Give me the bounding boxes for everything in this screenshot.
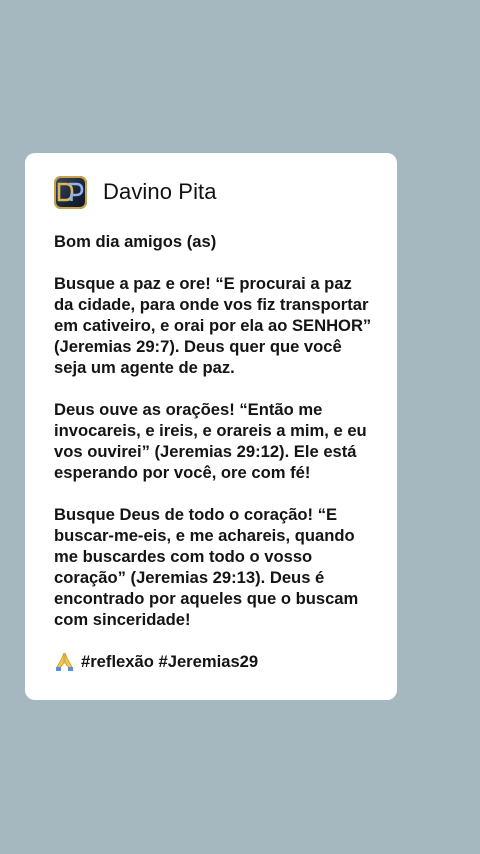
post-paragraph: Deus ouve as orações! “Então me invocare…	[54, 400, 367, 482]
post-header: Davino Pita	[54, 175, 373, 209]
hashtags-text[interactable]: #reflexão #Jeremias29	[81, 651, 258, 672]
post-paragraph: Busque a paz e ore! “E procurai a paz da…	[54, 274, 372, 377]
hashtags-line: #reflexão #Jeremias29	[54, 651, 373, 672]
post-paragraph: Busque Deus de todo o coração! “E buscar…	[54, 505, 359, 629]
dp-logo-icon	[57, 182, 84, 202]
post-paragraph: Bom dia amigos (as)	[54, 232, 217, 251]
post-body: Bom dia amigos (as) Busque a paz e ore! …	[54, 231, 373, 672]
author-name[interactable]: Davino Pita	[103, 179, 217, 205]
avatar[interactable]	[54, 175, 87, 209]
post-card: Davino Pita Bom dia amigos (as) Busque a…	[25, 153, 397, 700]
praying-hands-icon	[54, 651, 75, 672]
